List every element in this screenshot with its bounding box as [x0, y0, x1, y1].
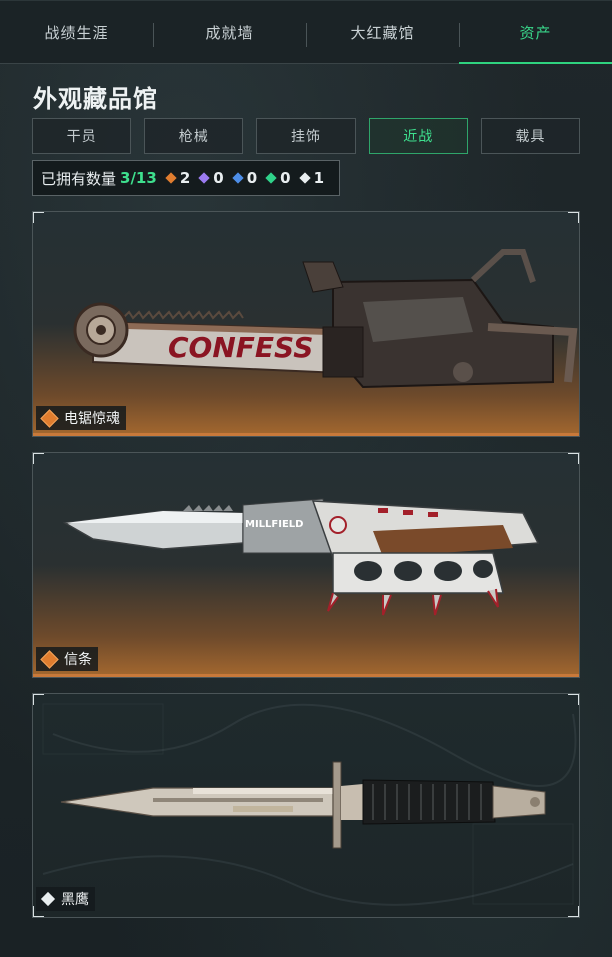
rarity-stat-purple: 0	[198, 169, 224, 187]
category-operators[interactable]: 干员	[32, 118, 132, 154]
white-diamond-icon	[40, 891, 56, 907]
rarity-stat-orange: 2	[165, 169, 191, 187]
category-vehicles[interactable]: 载具	[480, 118, 581, 154]
category-charms[interactable]: 挂饰	[256, 118, 356, 154]
tab-label: 成就墙	[205, 23, 254, 42]
rarity-stat-white: 1	[298, 169, 324, 187]
tab-assets[interactable]: 资产	[459, 1, 612, 64]
tab-label: 资产	[519, 23, 552, 42]
tab-achievements[interactable]: 成就墙	[153, 1, 306, 63]
category-guns[interactable]: 枪械	[144, 118, 244, 154]
rarity-stat-value: 0	[246, 169, 258, 187]
category-label: 挂饰	[291, 129, 321, 145]
rarity-stat-green: 0	[265, 169, 291, 187]
white-diamond-icon	[298, 172, 311, 184]
rarity-stripe	[33, 674, 579, 677]
rarity-stat-value: 2	[179, 169, 191, 187]
item-name-label: 电锯惊魂	[36, 406, 126, 430]
rarity-stat-blue: 0	[232, 169, 258, 187]
item-name-label: 黑鹰	[36, 887, 95, 911]
item-card-knuckle-knife[interactable]: MILLFIELD 信条	[32, 452, 580, 678]
item-card-chainsaw[interactable]: CONFESS 电锯惊魂	[32, 211, 580, 437]
tab-label: 大红藏馆	[350, 23, 415, 42]
item-name: 信条	[64, 652, 92, 668]
owned-label: 已拥有数量	[41, 169, 117, 188]
item-name: 电锯惊魂	[64, 411, 120, 427]
green-diamond-icon	[265, 172, 277, 184]
category-label: 载具	[515, 129, 546, 145]
category-label: 干员	[66, 129, 97, 145]
tab-label: 战绩生涯	[44, 23, 109, 42]
tab-career[interactable]: 战绩生涯	[0, 1, 153, 63]
item-card-bayonet[interactable]: 黑鹰	[32, 693, 580, 918]
blade-text: CONFESS	[168, 331, 313, 364]
page-title: 外观藏品馆	[33, 85, 158, 113]
blue-diamond-icon	[232, 172, 244, 184]
rarity-stat-value: 0	[213, 169, 224, 187]
category-melee[interactable]: 近战	[368, 118, 468, 154]
rarity-stat-value: 0	[280, 169, 291, 187]
item-name-label: 信条	[36, 647, 98, 671]
rarity-stripe	[33, 433, 579, 436]
category-tabs: 干员 枪械 挂饰 近战 载具	[32, 118, 581, 154]
orange-diamond-icon	[165, 172, 177, 184]
category-label: 枪械	[178, 129, 209, 145]
chainsaw-image: CONFESS	[73, 249, 578, 389]
owned-count: 3/13	[120, 169, 157, 187]
bayonet-image	[42, 703, 577, 906]
owned-count-bar: 已拥有数量 3/13 2 0 0 0 1	[32, 160, 340, 196]
top-navigation: 战绩生涯 成就墙 大红藏馆 资产	[0, 0, 612, 64]
category-label: 近战	[403, 129, 434, 145]
tab-collection[interactable]: 大红藏馆	[306, 1, 459, 63]
purple-diamond-icon	[198, 172, 210, 184]
orange-diamond-icon	[40, 649, 59, 669]
item-name: 黑鹰	[61, 892, 89, 908]
knuckle-knife-image: MILLFIELD	[62, 498, 540, 616]
rarity-stat-value: 1	[313, 169, 324, 187]
orange-diamond-icon	[40, 408, 59, 428]
blade-text: MILLFIELD	[245, 519, 303, 530]
